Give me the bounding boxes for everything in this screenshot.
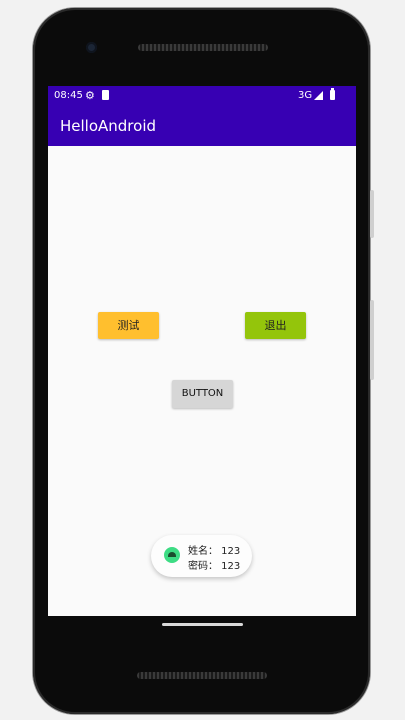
app-bar: HelloAndroid [48, 106, 356, 146]
button-button[interactable]: BUTTON [172, 380, 233, 408]
sdcard-icon [102, 90, 109, 100]
volume-button [370, 300, 374, 380]
screen: 08:45 ⚙ 3G HelloAndroid 测试 退出 BUTTON 姓名：… [48, 86, 356, 616]
top-speaker [138, 44, 268, 51]
toast-name-line: 姓名： 123 [188, 546, 241, 557]
gesture-nav-bar[interactable] [162, 623, 243, 626]
gear-icon: ⚙ [85, 89, 95, 102]
test-button[interactable]: 测试 [98, 312, 159, 339]
battery-icon [330, 88, 335, 100]
status-time: 08:45 [54, 90, 83, 101]
toast-message: 姓名： 123 密码： 123 [151, 535, 252, 577]
signal-icon [314, 91, 323, 100]
network-type: 3G [298, 90, 313, 101]
status-bar: 08:45 ⚙ 3G [48, 86, 356, 106]
exit-button[interactable]: 退出 [245, 312, 306, 339]
bottom-speaker [137, 672, 267, 679]
android-icon [164, 547, 180, 563]
front-camera [86, 42, 97, 53]
toast-password-line: 密码： 123 [188, 561, 241, 572]
power-button [370, 190, 374, 238]
app-title: HelloAndroid [60, 117, 157, 135]
